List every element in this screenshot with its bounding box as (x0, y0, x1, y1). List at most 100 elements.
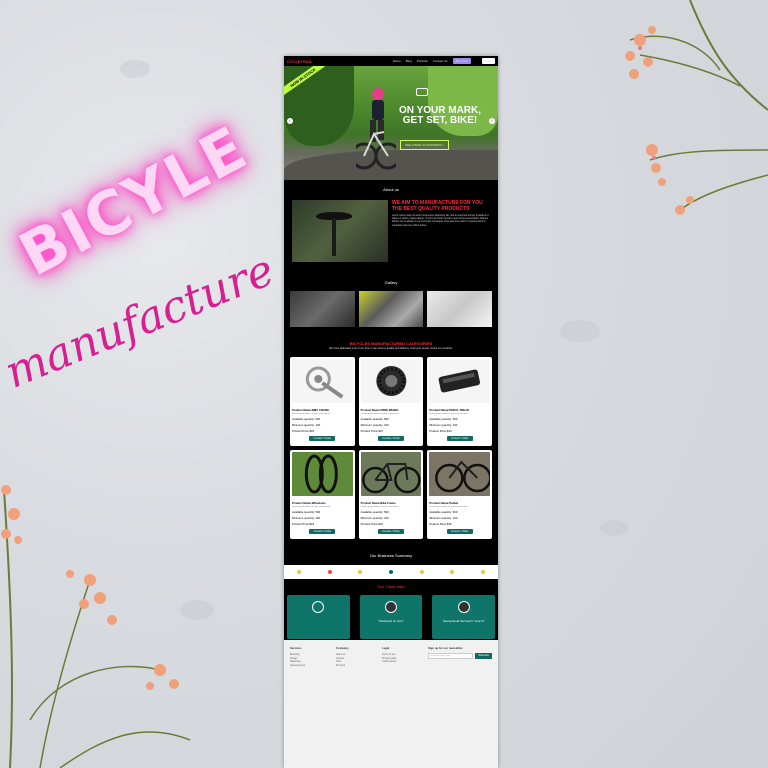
product-minimum: Minimum quantity: 100 (429, 423, 458, 427)
nav-link-home[interactable]: Home (393, 59, 401, 63)
product-desc: Lorem ipsum dolor sit amet consectetur (360, 413, 399, 415)
footer-heading: Company (336, 646, 349, 650)
wheelsets-image (292, 452, 353, 496)
product-available: Available quantity: 500 (360, 417, 389, 421)
carousel-next-icon[interactable]: › (489, 118, 495, 124)
product-price: Product Price:$15 (292, 522, 315, 526)
product-price: Product Price:$15 (429, 429, 452, 433)
product-available: Available quantity: 500 (292, 417, 321, 421)
footer-link[interactable]: Advertisement (290, 664, 326, 668)
testimonial-card: "Exceptional Service!!! I love it!" (432, 595, 496, 639)
product-desc: Lorem ipsum dolor sit amet consectetur (292, 506, 331, 508)
subscribe-button[interactable]: Subscribe (475, 653, 492, 659)
texture-speck (600, 520, 628, 536)
about-section: WE AIM TO MANUFACTURE FOR YOU THE BEST Q… (284, 192, 498, 262)
product-price: Product Price:$15 (429, 522, 452, 526)
testimonials-row: "Delivered on time" "Exceptional Service… (284, 589, 498, 639)
gallery-image-1[interactable] (290, 291, 355, 327)
client-quote: "Delivered on time" (378, 619, 404, 623)
pedals-image (429, 452, 490, 496)
contact-order-button[interactable]: Contact / Order (309, 436, 336, 441)
about-saddle-image (292, 200, 388, 262)
footer-col-legal: Legal Terms of use Privacy policy Cookie… (382, 646, 418, 667)
seatpost-shape (332, 218, 336, 256)
product-name: Product Name:Bike Frame (360, 501, 396, 505)
nav-link-blog[interactable]: Blog (406, 59, 412, 63)
client-avatar (457, 601, 470, 613)
product-name: Product Name:Wheelsets (292, 501, 326, 505)
product-available: Available quantity: 500 (429, 510, 458, 514)
carousel-prev-icon[interactable]: ‹ (287, 118, 293, 124)
summary-icon-3 (358, 570, 363, 574)
login-button[interactable]: Login (481, 58, 495, 64)
newsletter-form: Sign up for our newsletter username@site… (428, 646, 492, 667)
hero-banner: NOW IN STOCK ON YOUR MARK, GET SET, BIKE… (284, 66, 498, 180)
client-avatar (312, 601, 325, 613)
contact-order-button[interactable]: Contact / Order (309, 529, 336, 534)
kid-on-bike-image (356, 88, 396, 170)
gallery-row (284, 285, 498, 327)
website-mockup: CYCLETRAIL Home Blog Portfolio Contact U… (284, 56, 498, 768)
newsletter-email-input[interactable]: username@site.com (428, 653, 474, 659)
hero-headline: ON YOUR MARK, GET SET, BIKE! (388, 106, 492, 126)
product-card: Product Name:FREE WHEEL Lorem ipsum dolo… (358, 357, 424, 446)
categories-title: BICYCLES MANUFACTURED CATEGORIES (349, 341, 433, 346)
product-desc: Lorem ipsum dolor sit amet consectetur (360, 506, 399, 508)
flower-sprig-top-right (625, 0, 768, 215)
summary-icon-5 (419, 570, 424, 574)
product-card: Product Name:Bike Frame Lorem ipsum dolo… (358, 450, 424, 539)
product-minimum: Minimum quantity: 100 (429, 516, 458, 520)
bmx-crank-image (292, 359, 353, 403)
footer-link[interactable]: Cookie policy (382, 660, 418, 664)
summary-icon-7 (480, 570, 485, 574)
footer-heading: Services (290, 646, 302, 650)
product-available: Available quantity: 500 (292, 510, 321, 514)
texture-speck (560, 320, 600, 342)
footer-heading: Legal (382, 646, 390, 650)
summary-bar (284, 565, 498, 579)
contact-order-button[interactable]: Contact / Order (446, 436, 473, 441)
about-text: WE AIM TO MANUFACTURE FOR YOU THE BEST Q… (392, 200, 490, 262)
brand-logo-icon (416, 88, 428, 96)
client-quote: "Exceptional Service!!! I love it!" (442, 619, 485, 623)
about-body: Lorem ipsum dolor sit amet consectetur a… (392, 214, 489, 227)
gallery-image-2[interactable] (358, 291, 424, 327)
footer-col-company: Company About us Contact Jobs Press kit (336, 646, 372, 667)
client-avatar (385, 601, 397, 613)
buy-now-button[interactable]: Buy Now (452, 58, 471, 64)
summary-title: Our Business Summary (369, 553, 413, 558)
product-minimum: Minimum quantity: 100 (292, 516, 321, 520)
product-desc: Lorem ipsum dolor sit amet consectetur (292, 413, 331, 415)
hero-headline-line-2: GET SET, BIKE! (402, 115, 478, 126)
contact-order-button[interactable]: Contact / Order (446, 529, 473, 534)
site-logo[interactable]: CYCLETRAIL (287, 59, 327, 64)
product-price: Product Price:$15 (292, 429, 315, 433)
summary-icon-2 (327, 570, 332, 574)
product-desc: Lorem ipsum dolor sit amet consectetur (429, 413, 468, 415)
product-card: Product Name:BMX CRANK Lorem ipsum dolor… (290, 357, 355, 446)
product-name: Product Name:FREE WHEEL (360, 408, 399, 412)
nav-link-portfolio[interactable]: Portfolio (417, 59, 428, 63)
testimonial-card (287, 595, 350, 639)
product-price: Product Price:$15 (360, 522, 383, 526)
nav-link-contact[interactable]: Contact Us (433, 59, 448, 63)
product-card: Product Name:PEDAL TREAD Lorem ipsum dol… (427, 357, 492, 446)
footer-columns: Services Branding Design Marketing Adver… (290, 646, 492, 667)
contact-order-button[interactable]: Contact / Order (378, 436, 404, 441)
newsletter-heading: Sign up for our newsletter (428, 646, 463, 650)
flower-sprig-bottom-left (1, 485, 191, 768)
product-card: Product Name:Wheelsets Lorem ipsum dolor… (290, 450, 355, 539)
pedal-tread-image (429, 359, 490, 403)
summary-icon-4 (388, 570, 393, 574)
newsletter-row: username@site.com Subscribe (428, 653, 492, 659)
footer-link[interactable]: Press kit (336, 664, 372, 668)
product-price: Product Price:$15 (360, 429, 383, 433)
product-name: Product Name:BMX CRANK (292, 408, 329, 412)
gallery-image-3[interactable] (427, 291, 493, 327)
bike-frame-image (360, 452, 422, 496)
about-heading: WE AIM TO MANUFACTURE FOR YOU THE BEST Q… (392, 200, 483, 212)
product-available: Available quantity: 500 (360, 510, 389, 514)
product-minimum: Minimum quantity: 100 (360, 423, 389, 427)
hero-cta-button[interactable]: SEE A BIKE ON EXPRESS > (400, 140, 450, 150)
contact-order-button[interactable]: Contact / Order (378, 529, 404, 534)
